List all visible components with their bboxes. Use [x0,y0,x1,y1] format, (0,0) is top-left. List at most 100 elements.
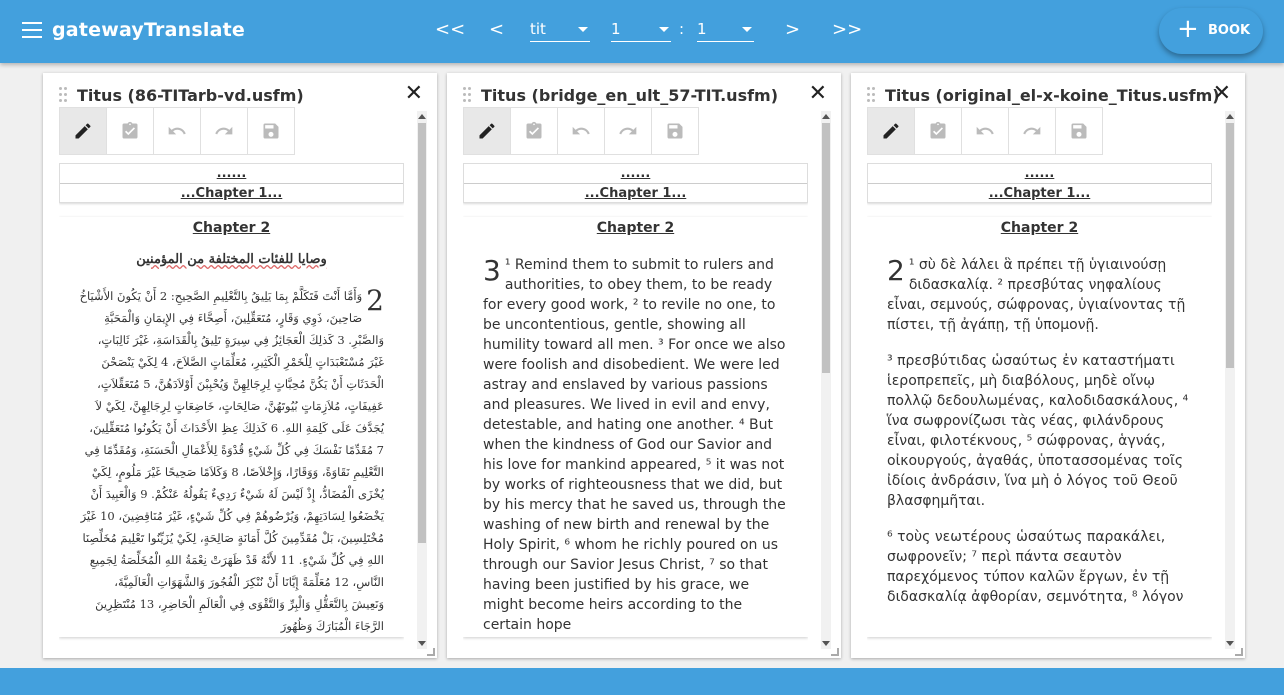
verse-select[interactable]: 1 [697,18,754,42]
book-select[interactable]: tit [530,18,590,42]
save-button[interactable] [1056,108,1103,154]
add-book-button[interactable]: + BOOK [1159,8,1263,54]
undo-icon [572,126,590,135]
pane-title: Titus (bridge_en_ult_57-TIT.usfm) [481,86,779,105]
undo-button[interactable] [962,108,1009,154]
edit-button[interactable] [464,108,511,154]
paragraph: ³ πρεσβύτιδας ὡσαύτως ἐν καταστήματι ἱερ… [887,353,1189,509]
undo-button[interactable] [154,108,201,154]
drag-handle-icon[interactable] [867,87,877,103]
resource-pane-arabic: Titus (86-TITarb-vd.usfm) ✕ ...... ...Ch… [43,73,437,658]
edit-toolbar [463,107,699,155]
first-chapter-button[interactable]: << [435,19,465,40]
scrollbar[interactable] [1225,111,1235,649]
previous-dots: ...... [1024,166,1055,181]
pencil-icon [479,123,495,139]
chapter-block[interactable]: Chapter 2 3 ¹ Remind them to submit to r… [463,217,808,637]
edit-button[interactable] [60,108,107,154]
redo-button[interactable] [1009,108,1056,154]
chapter-number: 3 [483,254,501,287]
previous-chapter-label: ...Chapter 1... [868,183,1211,202]
pane-content: ...... ...Chapter 1... Chapter 2 2 ¹ σὺ … [867,163,1212,653]
save-button[interactable] [652,108,699,154]
resize-handle-icon[interactable] [831,648,839,656]
validate-button[interactable] [511,108,558,154]
chevron-down-icon [742,27,752,32]
close-icon[interactable]: ✕ [405,83,423,105]
verse-text: ¹ σὺ δὲ λάλει ἃ πρέπει τῇ ὑγιαινούσῃ διδ… [887,257,1186,333]
resize-handle-icon[interactable] [427,648,435,656]
plus-icon: + [1177,14,1199,44]
scroll-up-icon[interactable] [1226,114,1234,119]
previous-chapter-label: ...Chapter 1... [464,183,807,202]
resource-pane-english: Titus (bridge_en_ult_57-TIT.usfm) ✕ ....… [447,73,841,658]
drag-handle-icon[interactable] [463,87,473,103]
verse-text: ¹ Remind them to submit to rulers and au… [483,257,786,633]
redo-button[interactable] [605,108,652,154]
chevron-down-icon [659,27,669,32]
save-icon [1071,123,1087,139]
chapter-block[interactable]: Chapter 2 2 ¹ σὺ δὲ λάλει ἃ πρέπει τῇ ὑγ… [867,217,1212,637]
app-title: gatewayTranslate [52,19,245,41]
chapter-select[interactable]: 1 [611,18,671,42]
scroll-up-icon[interactable] [822,114,830,119]
next-button[interactable]: > [785,19,800,40]
undo-icon [976,126,994,135]
add-book-label: BOOK [1208,23,1251,38]
redo-icon [619,126,637,135]
save-icon [263,123,279,139]
scroll-down-icon[interactable] [418,641,426,646]
chapter-heading: Chapter 2 [192,220,271,236]
chapter-block[interactable]: Chapter 2 وصايا للفئات المختلفة من المؤم… [59,217,404,637]
previous-dots: ...... [216,166,247,181]
drag-handle-icon[interactable] [59,87,69,103]
validate-button[interactable] [107,108,154,154]
scroll-thumb[interactable] [418,123,426,543]
previous-chapter-strip[interactable]: ...... ...Chapter 1... [867,163,1212,203]
chapter-select-value: 1 [611,20,621,38]
section-heading: وصايا للفئات المختلفة من المؤمنين [136,252,327,267]
close-icon[interactable]: ✕ [1213,83,1231,105]
resize-handle-icon[interactable] [1235,648,1243,656]
pencil-icon [883,123,899,139]
chapter-number: 2 [366,284,384,317]
validate-button[interactable] [915,108,962,154]
pane-title: Titus (original_el-x-koine_Titus.usfm) [885,86,1220,105]
redo-button[interactable] [201,108,248,154]
footer-bar [0,668,1284,695]
pane-content: ...... ...Chapter 1... Chapter 2 وصايا ل… [59,163,404,653]
previous-dots: ...... [620,166,651,181]
scroll-down-icon[interactable] [1226,641,1234,646]
chapter-text[interactable]: 2 ¹ σὺ δὲ λάλει ἃ πρέπει τῇ ὑγιαινούσῃ δ… [887,249,1192,607]
previous-chapter-label: ...Chapter 1... [60,183,403,202]
previous-chapter-strip[interactable]: ...... ...Chapter 1... [463,163,808,203]
clipboard-check-icon [930,121,946,139]
pencil-icon [75,123,91,139]
last-chapter-button[interactable]: >> [832,19,862,40]
chapter-text[interactable]: 3 ¹ Remind them to submit to rulers and … [483,249,788,635]
close-icon[interactable]: ✕ [809,83,827,105]
pane-content: ...... ...Chapter 1... Chapter 2 3 ¹ Rem… [463,163,808,653]
scrollbar[interactable] [821,111,831,649]
app-bar: gatewayTranslate << < tit 1 : 1 > >> + B… [0,0,1284,63]
book-select-value: tit [530,20,546,38]
undo-button[interactable] [558,108,605,154]
previous-chapter-strip[interactable]: ...... ...Chapter 1... [59,163,404,203]
chapter-heading: Chapter 2 [1000,220,1079,236]
previous-button[interactable]: < [489,19,504,40]
hamburger-menu-icon[interactable] [22,22,42,38]
scroll-thumb[interactable] [1226,123,1234,368]
chapter-verse-separator: : [679,20,685,38]
resource-pane-greek: Titus (original_el-x-koine_Titus.usfm) ✕… [851,73,1245,658]
edit-toolbar [59,107,295,155]
save-button[interactable] [248,108,295,154]
save-icon [667,123,683,139]
scroll-thumb[interactable] [822,123,830,373]
chapter-text[interactable]: وصايا للفئات المختلفة من المؤمنين 2 وَأَ… [79,249,384,637]
edit-button[interactable] [868,108,915,154]
scrollbar[interactable] [417,111,427,649]
scroll-down-icon[interactable] [822,641,830,646]
chevron-down-icon [578,27,588,32]
scroll-up-icon[interactable] [418,114,426,119]
paragraph: 2 ¹ σὺ δὲ λάλει ἃ πρέπει τῇ ὑγιαινούσῃ δ… [887,255,1192,335]
